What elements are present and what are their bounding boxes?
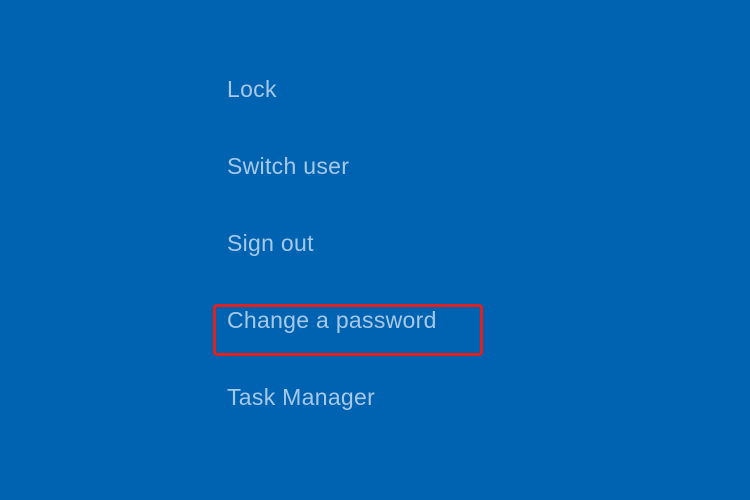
switch-user-option[interactable]: Switch user bbox=[225, 149, 359, 184]
security-options-menu: Lock Switch user Sign out Change a passw… bbox=[225, 72, 447, 457]
change-password-option[interactable]: Change a password bbox=[225, 303, 447, 338]
lock-option[interactable]: Lock bbox=[225, 72, 287, 107]
task-manager-option[interactable]: Task Manager bbox=[225, 380, 385, 415]
sign-out-option[interactable]: Sign out bbox=[225, 226, 324, 261]
